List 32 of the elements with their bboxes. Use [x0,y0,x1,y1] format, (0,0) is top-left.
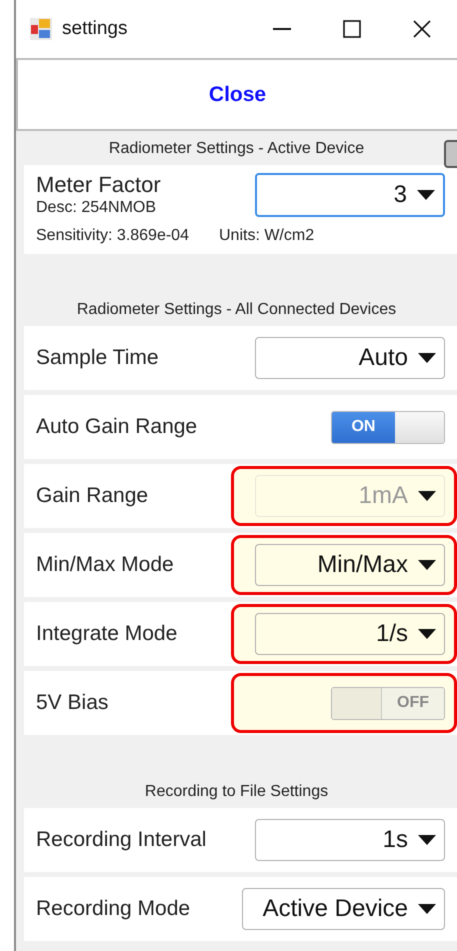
dropdown[interactable]: Auto [255,337,445,380]
section-header: Radiometer Settings - Active Device [108,139,366,159]
caret-icon [418,560,436,570]
dropdown[interactable]: 1/s [255,613,445,656]
toggle-switch[interactable]: ON [331,410,445,444]
setting-label: Min/Max Mode [36,552,174,578]
description-text: Desc: 254NMOB [36,198,158,218]
dropdown[interactable]: Min/Max [255,544,445,586]
section-header: Recording to File Settings [144,782,330,802]
meter-factor-label: Meter Factor [36,173,161,196]
setting-label: Gain Range [36,483,148,510]
section-header: Radiometer Settings - All Connected Devices [76,300,398,320]
setting-label: Recording Mode [36,896,190,922]
units-text: Units: W/cm2 [218,226,314,246]
close-button[interactable]: Close [16,58,457,131]
setting-label: Integrate Mode [36,621,178,648]
dropdown[interactable]: 1s [255,819,445,862]
app-icon [30,18,52,40]
setting-label: 5V Bias [36,690,108,716]
caret-icon [418,629,436,640]
meter-factor-dropdown[interactable]: 3 [255,173,445,217]
setting-label: Auto Gain Range [36,414,198,440]
caret-icon [418,904,436,914]
window-title: settings [62,16,128,41]
dropdown[interactable]: Active Device [242,888,445,930]
caret-icon [418,353,436,364]
caret-icon [418,835,436,846]
setting-label: Recording Interval [36,827,206,854]
caret-icon [418,491,436,502]
caret-icon [417,190,435,200]
sensitivity-text: Sensitivity: 3.869e-04 [36,226,189,246]
setting-label: Sample Time [36,345,159,372]
